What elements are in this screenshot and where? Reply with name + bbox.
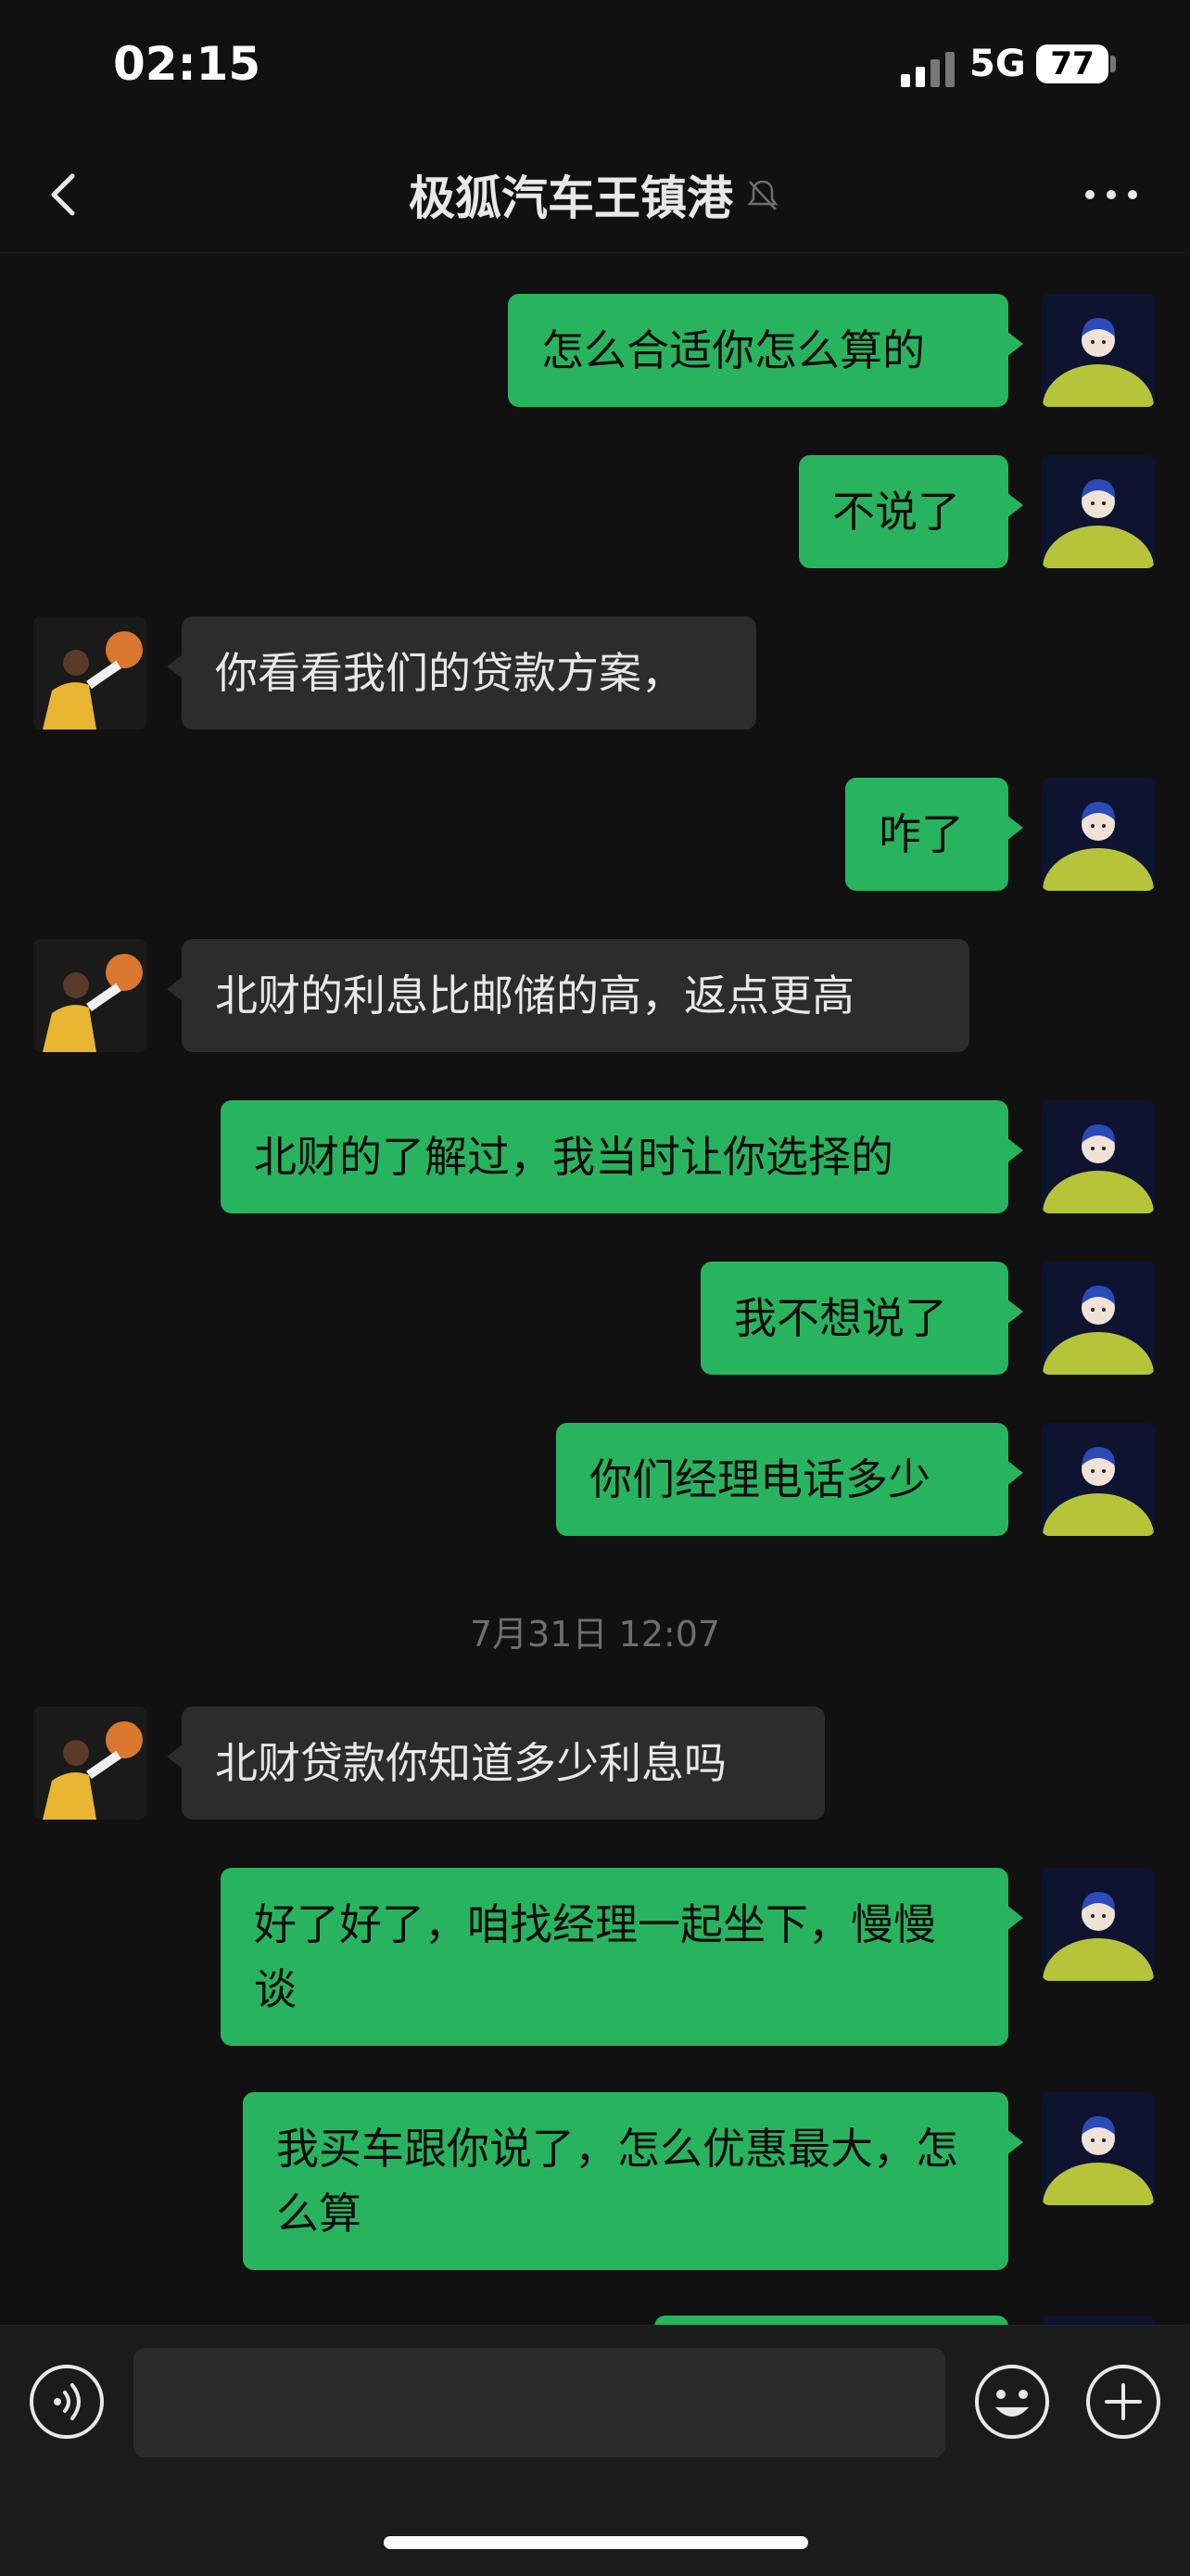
contact-avatar-icon xyxy=(33,1707,146,1820)
user-avatar-icon xyxy=(1042,1423,1155,1536)
home-indicator[interactable] xyxy=(384,2536,808,2549)
avatar-other[interactable] xyxy=(33,1707,146,1820)
message-bubble-other[interactable]: 北财贷款你知道多少利息吗 xyxy=(167,1707,825,1820)
battery-indicator: 77 xyxy=(1036,44,1108,83)
message-bubble-self[interactable]: 北财的了解过，我当时让你选择的 xyxy=(221,1100,1023,1213)
status-time: 02:15 xyxy=(113,37,261,91)
user-avatar-icon xyxy=(1042,1868,1155,1981)
user-avatar-icon xyxy=(1042,294,1155,407)
message-bubble-self[interactable]: 你们经理电话多少 xyxy=(556,1423,1023,1536)
avatar-other[interactable] xyxy=(33,939,146,1052)
message-bubble-self-partial[interactable] xyxy=(654,2316,1008,2325)
chat-header: 极狐汽车王镇港 xyxy=(0,139,1190,253)
message-list[interactable]: 怎么合适你怎么算的 不说了 你看看我们的贷款方案， 咋了 北财的利息比邮储的高，… xyxy=(0,252,1190,2325)
avatar-self[interactable] xyxy=(1042,455,1155,568)
message-timestamp: 7月31日 12:07 xyxy=(469,1614,721,1655)
emoji-icon[interactable] xyxy=(973,2363,1051,2441)
message-bubble-self[interactable]: 怎么合适你怎么算的 xyxy=(508,294,1023,407)
message-input[interactable] xyxy=(133,2348,945,2457)
avatar-self[interactable] xyxy=(1042,778,1155,891)
chat-title: 极狐汽车王镇港 xyxy=(409,171,733,225)
chat-title-row: 极狐汽车王镇港 xyxy=(409,161,781,228)
avatar-self[interactable] xyxy=(1042,2316,1155,2325)
user-avatar-icon xyxy=(1042,2092,1155,2205)
avatar-self[interactable] xyxy=(1042,1423,1155,1536)
bell-off-icon xyxy=(747,180,779,210)
battery-tip xyxy=(1110,56,1116,72)
message-bubble-self[interactable]: 好了好了，咱找经理一起坐下，慢慢谈 xyxy=(221,1868,1023,2046)
user-avatar-icon xyxy=(1042,1100,1155,1213)
plus-icon[interactable] xyxy=(1084,2363,1162,2441)
status-bar: 02:15 5G 77 xyxy=(0,0,1190,139)
message-bubble-other[interactable]: 你看看我们的贷款方案， xyxy=(167,616,756,730)
message-bubble-other[interactable]: 北财的利息比邮储的高，返点更高 xyxy=(167,939,969,1052)
user-avatar-icon xyxy=(1042,778,1155,891)
voice-icon[interactable] xyxy=(28,2363,106,2441)
user-avatar-icon xyxy=(1042,2316,1155,2325)
signal-icon xyxy=(901,52,955,87)
avatar-other[interactable] xyxy=(33,616,146,730)
avatar-self[interactable] xyxy=(1042,1100,1155,1213)
network-type: 5G xyxy=(969,43,1026,85)
avatar-self[interactable] xyxy=(1042,2092,1155,2205)
avatar-self[interactable] xyxy=(1042,294,1155,407)
avatar-self[interactable] xyxy=(1042,1262,1155,1375)
user-avatar-icon xyxy=(1042,455,1155,568)
contact-avatar-icon xyxy=(33,616,146,730)
message-bubble-self[interactable]: 不说了 xyxy=(799,455,1023,568)
chat-title-wrapper: 极狐汽车王镇港 xyxy=(0,161,1190,228)
message-bubble-self[interactable]: 咋了 xyxy=(845,778,1023,891)
ellipsis-icon[interactable] xyxy=(1079,176,1144,213)
contact-avatar-icon xyxy=(33,939,146,1052)
avatar-self[interactable] xyxy=(1042,1868,1155,1981)
message-bubble-self[interactable]: 我不想说了 xyxy=(701,1262,1023,1375)
message-bubble-self[interactable]: 我买车跟你说了，怎么优惠最大，怎么算 xyxy=(243,2092,1023,2270)
user-avatar-icon xyxy=(1042,1262,1155,1375)
